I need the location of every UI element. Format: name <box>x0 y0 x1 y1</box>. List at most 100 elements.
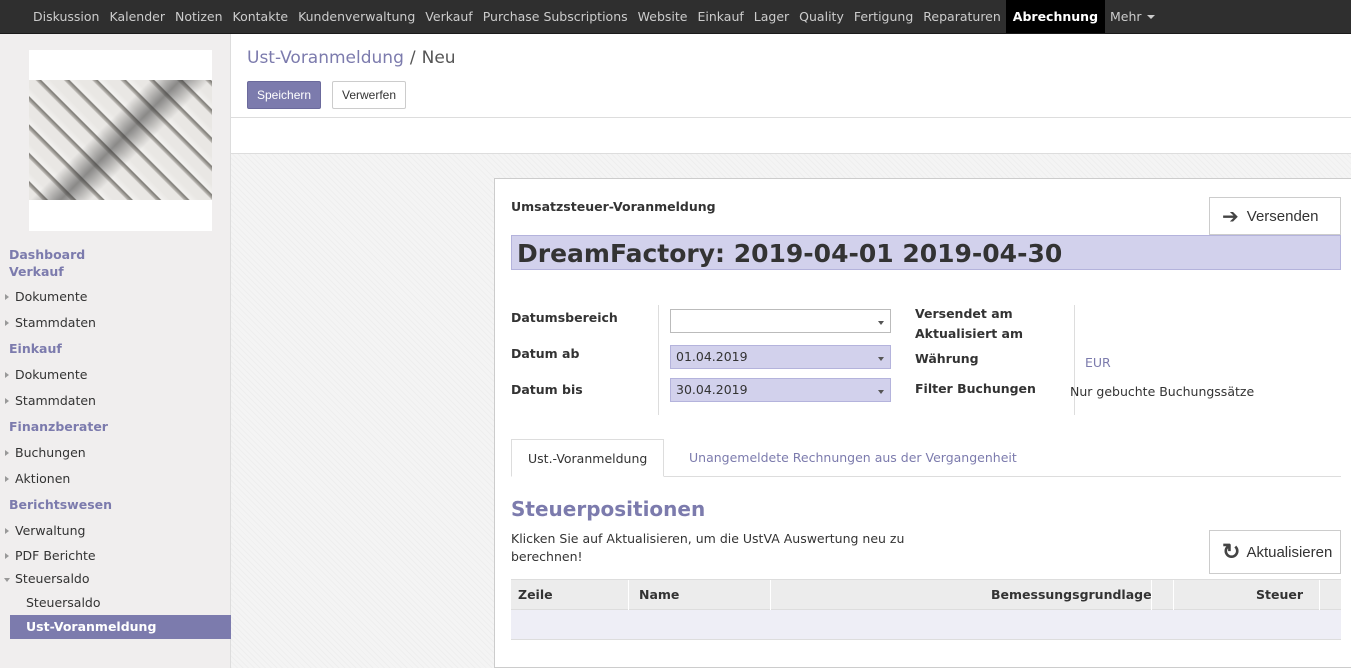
waehrung-value[interactable]: EUR <box>1085 355 1111 370</box>
nav-verkauf[interactable]: Verkauf <box>420 0 477 33</box>
nav-kalender[interactable]: Kalender <box>104 0 170 33</box>
nav-quality[interactable]: Quality <box>794 0 849 33</box>
datum-bis-value: 30.04.2019 <box>676 382 748 397</box>
sidebar-item-buchungen[interactable]: Buchungen <box>0 440 231 466</box>
sidebar-subitem-steuersaldo[interactable]: Steuersaldo <box>0 591 231 615</box>
record-title[interactable]: DreamFactory: 2019-04-01 2019-04-30 <box>511 235 1341 270</box>
sidebar-section-berichtswesen[interactable]: Berichtswesen <box>0 492 231 518</box>
sidebar-item-label: Verwaltung <box>15 523 86 538</box>
nav-diskussion[interactable]: Diskussion <box>28 0 104 33</box>
caret-right-icon <box>5 476 9 482</box>
company-logo[interactable] <box>29 50 212 231</box>
datumsbereich-select[interactable] <box>670 309 891 333</box>
datum-bis-label: Datum bis <box>511 382 583 397</box>
caret-right-icon <box>5 294 9 300</box>
sidebar-section-dashboard-verkauf[interactable]: Dashboard Verkauf <box>0 246 110 280</box>
nav-reparaturen[interactable]: Reparaturen <box>918 0 1006 33</box>
nav-abrechnung[interactable]: Abrechnung <box>1005 0 1106 33</box>
logo-image <box>29 80 212 200</box>
sidebar-item-label: PDF Berichte <box>15 548 96 563</box>
nav-purchase-subscriptions[interactable]: Purchase Subscriptions <box>478 0 633 33</box>
nav-website[interactable]: Website <box>633 0 693 33</box>
nav-mehr-label: Mehr <box>1110 8 1142 24</box>
column-name[interactable]: Name <box>639 580 679 610</box>
refresh-hint: Klicken Sie auf Aktualisieren, um die Us… <box>511 531 905 564</box>
nav-mehr[interactable]: Mehr <box>1105 0 1160 33</box>
tax-positions-table: Zeile Name Bemessungsgrundlage Steuer <box>511 579 1341 640</box>
datum-ab-label: Datum ab <box>511 346 580 361</box>
top-navigation-bar: Diskussion Kalender Notizen Kontakte Kun… <box>0 0 1351 34</box>
refresh-button-label: Aktualisieren <box>1246 543 1333 561</box>
column-steuer[interactable]: Steuer <box>1256 580 1303 610</box>
column-divider <box>1151 580 1152 610</box>
table-row-empty <box>511 610 1341 640</box>
statusbar-area <box>231 118 1351 154</box>
chevron-down-icon <box>1146 15 1155 19</box>
caret-right-icon <box>5 528 9 534</box>
sidebar-item-steuersaldo-group[interactable]: Steuersaldo <box>0 567 231 591</box>
refresh-button[interactable]: ↻ Aktualisieren <box>1209 530 1341 574</box>
sidebar-item-label: Dokumente <box>15 289 88 304</box>
sidebar-item-verwaltung[interactable]: Verwaltung <box>0 518 231 544</box>
column-zeile[interactable]: Zeile <box>518 580 553 610</box>
datumsbereich-label: Datumsbereich <box>511 310 618 325</box>
breadcrumb-current: Neu <box>421 48 456 68</box>
send-button[interactable]: ➔ Versenden <box>1209 197 1341 235</box>
sidebar-item-verkauf-stammdaten[interactable]: Stammdaten <box>0 310 231 336</box>
sidebar-item-aktionen[interactable]: Aktionen <box>0 466 231 492</box>
column-divider <box>1319 580 1320 610</box>
sidebar-menu: Dashboard Verkauf Dokumente Stammdaten E… <box>0 246 231 639</box>
discard-button[interactable]: Verwerfen <box>332 81 407 109</box>
caret-right-icon <box>5 398 9 404</box>
tab-unangemeldete-rechnungen[interactable]: Unangemeldete Rechnungen aus der Vergang… <box>673 439 1033 477</box>
sidebar-item-label: Dokumente <box>15 367 88 382</box>
tab-bar: Ust.-Voranmeldung Unangemeldete Rechnung… <box>511 439 1341 477</box>
sidebar: Dashboard Verkauf Dokumente Stammdaten E… <box>0 34 231 668</box>
send-button-label: Versenden <box>1246 207 1319 225</box>
sidebar-item-label: Aktionen <box>15 471 71 486</box>
nav-lager[interactable]: Lager <box>749 0 794 33</box>
section-title: Steuerpositionen <box>511 497 706 521</box>
chevron-down-icon <box>878 390 884 394</box>
sidebar-item-label: Stammdaten <box>15 315 96 330</box>
sidebar-item-pdf-berichte[interactable]: PDF Berichte <box>0 544 231 567</box>
filter-buchungen-label: Filter Buchungen <box>915 381 1036 396</box>
caret-right-icon <box>5 320 9 326</box>
sidebar-item-einkauf-stammdaten[interactable]: Stammdaten <box>0 388 231 414</box>
chevron-down-icon <box>878 321 884 325</box>
datum-bis-field[interactable]: 30.04.2019 <box>670 378 891 402</box>
sidebar-item-einkauf-dokumente[interactable]: Dokumente <box>0 362 231 388</box>
sidebar-item-verkauf-dokumente[interactable]: Dokumente <box>0 284 231 310</box>
sidebar-section-einkauf[interactable]: Einkauf <box>0 336 231 362</box>
breadcrumb-parent[interactable]: Ust-Voranmeldung <box>247 48 404 68</box>
caret-right-icon <box>5 372 9 378</box>
nav-notizen[interactable]: Notizen <box>170 0 228 33</box>
chevron-down-icon <box>878 357 884 361</box>
datum-ab-value: 01.04.2019 <box>676 349 748 364</box>
save-button[interactable]: Speichern <box>247 81 322 109</box>
table-header: Zeile Name Bemessungsgrundlage Steuer <box>511 579 1341 610</box>
nav-kundenverwaltung[interactable]: Kundenverwaltung <box>293 0 420 33</box>
column-divider <box>628 580 629 610</box>
form-sheet: Umsatzsteuer-Voranmeldung ➔ Versenden Dre… <box>494 178 1351 668</box>
column-divider <box>770 580 771 610</box>
tab-ust-voranmeldung[interactable]: Ust.-Voranmeldung <box>511 439 665 477</box>
field-divider <box>658 305 659 415</box>
caret-right-icon <box>5 553 9 559</box>
column-bemessungsgrundlage[interactable]: Bemessungsgrundlage <box>991 580 1152 610</box>
filter-buchungen-value[interactable]: Nur gebuchte Buchungssätze <box>1070 384 1254 399</box>
versendet-am-label: Versendet am <box>915 306 1013 321</box>
form-label: Umsatzsteuer-Voranmeldung <box>511 199 716 214</box>
sidebar-subitem-ust-voranmeldung[interactable]: Ust-Voranmeldung <box>10 615 231 639</box>
aktualisiert-am-label: Aktualisiert am <box>915 326 1024 341</box>
datum-ab-field[interactable]: 01.04.2019 <box>670 345 891 369</box>
nav-kontakte[interactable]: Kontakte <box>228 0 294 33</box>
nav-einkauf[interactable]: Einkauf <box>692 0 748 33</box>
caret-right-icon <box>5 450 9 456</box>
sidebar-section-finanzberater[interactable]: Finanzberater <box>0 414 231 440</box>
nav-fertigung[interactable]: Fertigung <box>849 0 918 33</box>
refresh-icon: ↻ <box>1222 539 1241 564</box>
waehrung-label: Währung <box>915 351 979 366</box>
arrow-right-icon: ➔ <box>1222 205 1239 228</box>
breadcrumb: Ust-Voranmeldung / Neu <box>247 48 456 68</box>
